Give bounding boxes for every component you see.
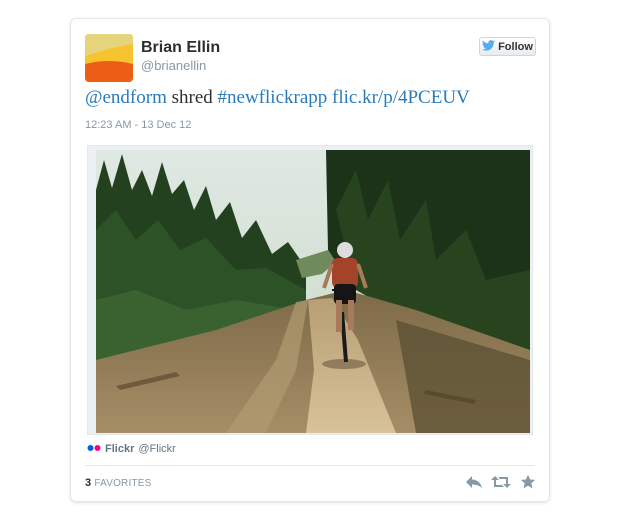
hashtag-link[interactable]: #newflickrapp — [218, 87, 328, 108]
flickr-dots-icon — [87, 443, 101, 455]
media-attribution[interactable]: Flickr @Flickr — [87, 443, 176, 455]
author-name[interactable]: Brian Ellin — [141, 39, 220, 57]
timestamp[interactable]: 12:23 AM - 13 Dec 12 — [85, 119, 191, 131]
star-icon — [520, 474, 536, 495]
reply-icon — [465, 475, 483, 494]
favorites-stat[interactable]: 3 FAVORITES — [85, 477, 152, 489]
mention-link[interactable]: @endform — [85, 87, 167, 108]
avatar[interactable] — [85, 34, 133, 82]
media-frame[interactable] — [87, 145, 533, 435]
author-handle[interactable]: @brianellin — [141, 58, 206, 73]
tweet-text: @endform shred #newflickrapp flic.kr/p/4… — [85, 87, 535, 109]
tweet-actions — [464, 474, 538, 494]
divider — [85, 465, 535, 466]
retweet-button[interactable] — [491, 474, 511, 494]
photo[interactable] — [96, 150, 530, 433]
follow-button[interactable]: Follow — [479, 37, 536, 56]
media-source-name[interactable]: Flickr — [105, 443, 134, 455]
url-link[interactable]: flic.kr/p/4PCEUV — [332, 87, 470, 108]
retweet-icon — [491, 475, 511, 494]
twitter-bird-icon — [482, 39, 496, 54]
media-source-handle[interactable]: @Flickr — [138, 443, 175, 455]
favorite-button[interactable] — [518, 474, 538, 494]
tweet-card: Brian Ellin @brianellin Follow @endform … — [70, 18, 550, 502]
reply-button[interactable] — [464, 474, 484, 494]
favorites-count: 3 — [85, 477, 92, 489]
follow-label: Follow — [498, 40, 533, 53]
tweet-body: shred — [166, 87, 218, 108]
favorites-label: FAVORITES — [94, 478, 152, 489]
